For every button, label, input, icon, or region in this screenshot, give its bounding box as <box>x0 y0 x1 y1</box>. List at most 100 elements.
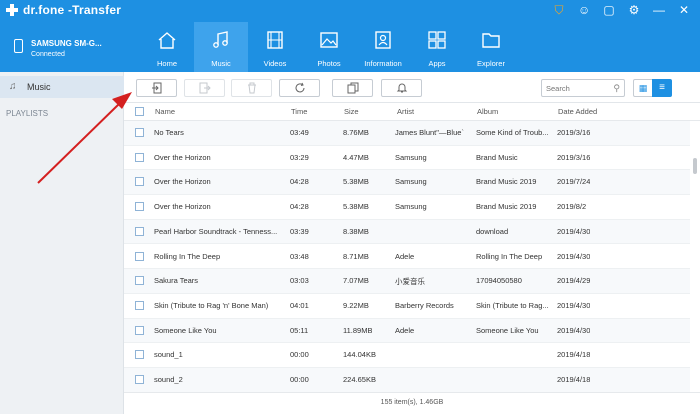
vertical-scrollbar[interactable] <box>693 158 697 174</box>
tab-photos[interactable]: Photos <box>302 22 356 72</box>
row-checkbox[interactable] <box>135 251 144 261</box>
ringtone-button[interactable] <box>381 79 422 97</box>
table-row[interactable]: sound_1 00:00 144.04KB 2019/4/18 <box>124 343 690 368</box>
dedupe-button[interactable] <box>332 79 373 97</box>
cell-album: Skin (Tribute to Rag... <box>476 300 549 310</box>
row-checkbox[interactable] <box>135 300 144 310</box>
cell-album: Brand Music <box>476 152 518 162</box>
cell-album: download <box>476 226 509 236</box>
delete-button[interactable] <box>231 79 272 97</box>
cell-album: Someone Like You <box>476 325 539 335</box>
feedback-icon[interactable]: ▢ <box>603 4 615 17</box>
grid-view-button[interactable]: ▦ <box>633 79 653 97</box>
column-artist[interactable]: Artist <box>397 107 414 116</box>
cell-name: Over the Horizon <box>154 202 211 212</box>
export-button[interactable] <box>184 79 225 97</box>
settings-icon[interactable]: ⚙ <box>628 4 640 17</box>
device-panel[interactable]: SAMSUNG SM-G... Connected <box>0 22 140 72</box>
cell-size: 7.07MB <box>343 276 369 286</box>
column-date-added[interactable]: Date Added <box>558 107 597 116</box>
tab-videos[interactable]: Videos <box>248 22 302 72</box>
column-time[interactable]: Time <box>291 107 307 116</box>
grid-icon: ▦ <box>638 83 648 93</box>
tab-apps[interactable]: Apps <box>410 22 464 72</box>
cell-artist: Adele <box>395 251 415 261</box>
cell-date: 2019/8/2 <box>557 202 587 212</box>
table-row[interactable]: sound_2 00:00 224.65KB 2019/4/18 <box>124 368 690 393</box>
tab-label: Apps <box>428 59 446 68</box>
table-row[interactable]: Pearl Harbor Soundtrack - Tenness... 03:… <box>124 219 690 245</box>
cell-time: 00:00 <box>290 375 309 384</box>
row-checkbox[interactable] <box>135 375 144 384</box>
close-icon[interactable]: ✕ <box>678 4 690 17</box>
row-checkbox[interactable] <box>135 152 144 162</box>
cell-time: 03:39 <box>290 226 309 236</box>
cell-artist: James Blunt"—Blue` <box>395 128 464 137</box>
add-button[interactable] <box>136 79 177 97</box>
table-row[interactable]: Skin (Tribute to Rag 'n' Bone Man) 04:01… <box>124 294 690 319</box>
row-checkbox[interactable] <box>135 276 144 286</box>
row-checkbox[interactable] <box>135 226 144 236</box>
cell-date: 2019/4/30 <box>557 300 591 310</box>
playlists-heading: PLAYLISTS <box>6 109 49 118</box>
tab-home[interactable]: Home <box>140 22 194 72</box>
app-logo: dr.fone -Transfer <box>6 3 121 17</box>
cell-artist: Samsung <box>395 177 427 187</box>
cell-date: 2019/4/30 <box>557 226 591 236</box>
cell-time: 04:28 <box>290 177 309 187</box>
tab-label: Explorer <box>477 59 505 68</box>
cell-time: 03:49 <box>290 128 309 137</box>
trash-icon <box>247 82 256 94</box>
column-size[interactable]: Size <box>344 107 359 116</box>
table-row[interactable]: No Tears 03:49 8.76MB James Blunt"—Blue`… <box>124 121 690 146</box>
column-name[interactable]: Name <box>155 107 175 116</box>
table-row[interactable]: Over the Horizon 03:29 4.47MB Samsung Br… <box>124 146 690 171</box>
select-all-checkbox[interactable] <box>135 107 144 116</box>
search-icon[interactable]: ⚲ <box>613 83 620 94</box>
cell-time: 03:29 <box>290 152 309 162</box>
music-icon <box>213 31 228 48</box>
photo-icon <box>320 32 338 48</box>
app-brand: dr.fone -Transfer <box>23 3 122 17</box>
export-icon <box>199 82 211 94</box>
minimize-icon[interactable]: — <box>653 4 665 17</box>
cell-date: 2019/3/16 <box>557 152 591 162</box>
cell-time: 04:28 <box>290 202 309 212</box>
table-row[interactable]: Over the Horizon 04:28 5.38MB Samsung Br… <box>124 170 690 196</box>
tab-information[interactable]: Information <box>356 22 410 72</box>
cell-date: 2019/7/24 <box>557 177 591 187</box>
row-checkbox[interactable] <box>135 128 144 137</box>
home-icon <box>158 32 176 49</box>
cell-album: 17094050580 <box>476 276 522 286</box>
cell-name: Sakura Tears <box>154 276 199 286</box>
row-checkbox[interactable] <box>135 350 144 360</box>
table-row[interactable]: Sakura Tears 03:03 7.07MB 小爱音乐 170940505… <box>124 269 690 294</box>
apps-icon <box>428 31 446 49</box>
user-icon[interactable]: ☺ <box>578 4 590 17</box>
cell-artist: Barberry Records <box>395 300 454 310</box>
cart-icon[interactable]: ⛉ <box>553 4 565 17</box>
row-checkbox[interactable] <box>135 325 144 335</box>
cell-album: Some Kind of Troub... <box>476 128 549 137</box>
cell-date: 2019/4/30 <box>557 251 591 261</box>
search-box: ⚲ <box>541 79 625 97</box>
search-input[interactable] <box>542 80 608 96</box>
refresh-button[interactable] <box>279 79 320 97</box>
cell-size: 8.71MB <box>343 251 369 261</box>
cell-date: 2019/3/16 <box>557 128 591 137</box>
tab-explorer[interactable]: Explorer <box>464 22 518 72</box>
sidebar-item-music[interactable]: ♫ Music <box>0 76 124 98</box>
cell-size: 8.38MB <box>343 226 369 236</box>
column-album[interactable]: Album <box>477 107 498 116</box>
cell-size: 5.38MB <box>343 177 369 187</box>
row-checkbox[interactable] <box>135 177 144 187</box>
row-checkbox[interactable] <box>135 202 144 212</box>
table-row[interactable]: Someone Like You 05:11 11.89MB Adele Som… <box>124 318 690 344</box>
table-row[interactable]: Over the Horizon 04:28 5.38MB Samsung Br… <box>124 195 690 220</box>
phone-icon <box>14 39 23 53</box>
tab-label: Information <box>364 59 402 68</box>
table-row[interactable]: Rolling In The Deep 03:48 8.71MB Adele R… <box>124 245 690 270</box>
tab-music[interactable]: Music <box>194 22 248 72</box>
cell-date: 2019/4/30 <box>557 325 591 335</box>
list-view-button[interactable]: ≡ <box>652 79 672 97</box>
